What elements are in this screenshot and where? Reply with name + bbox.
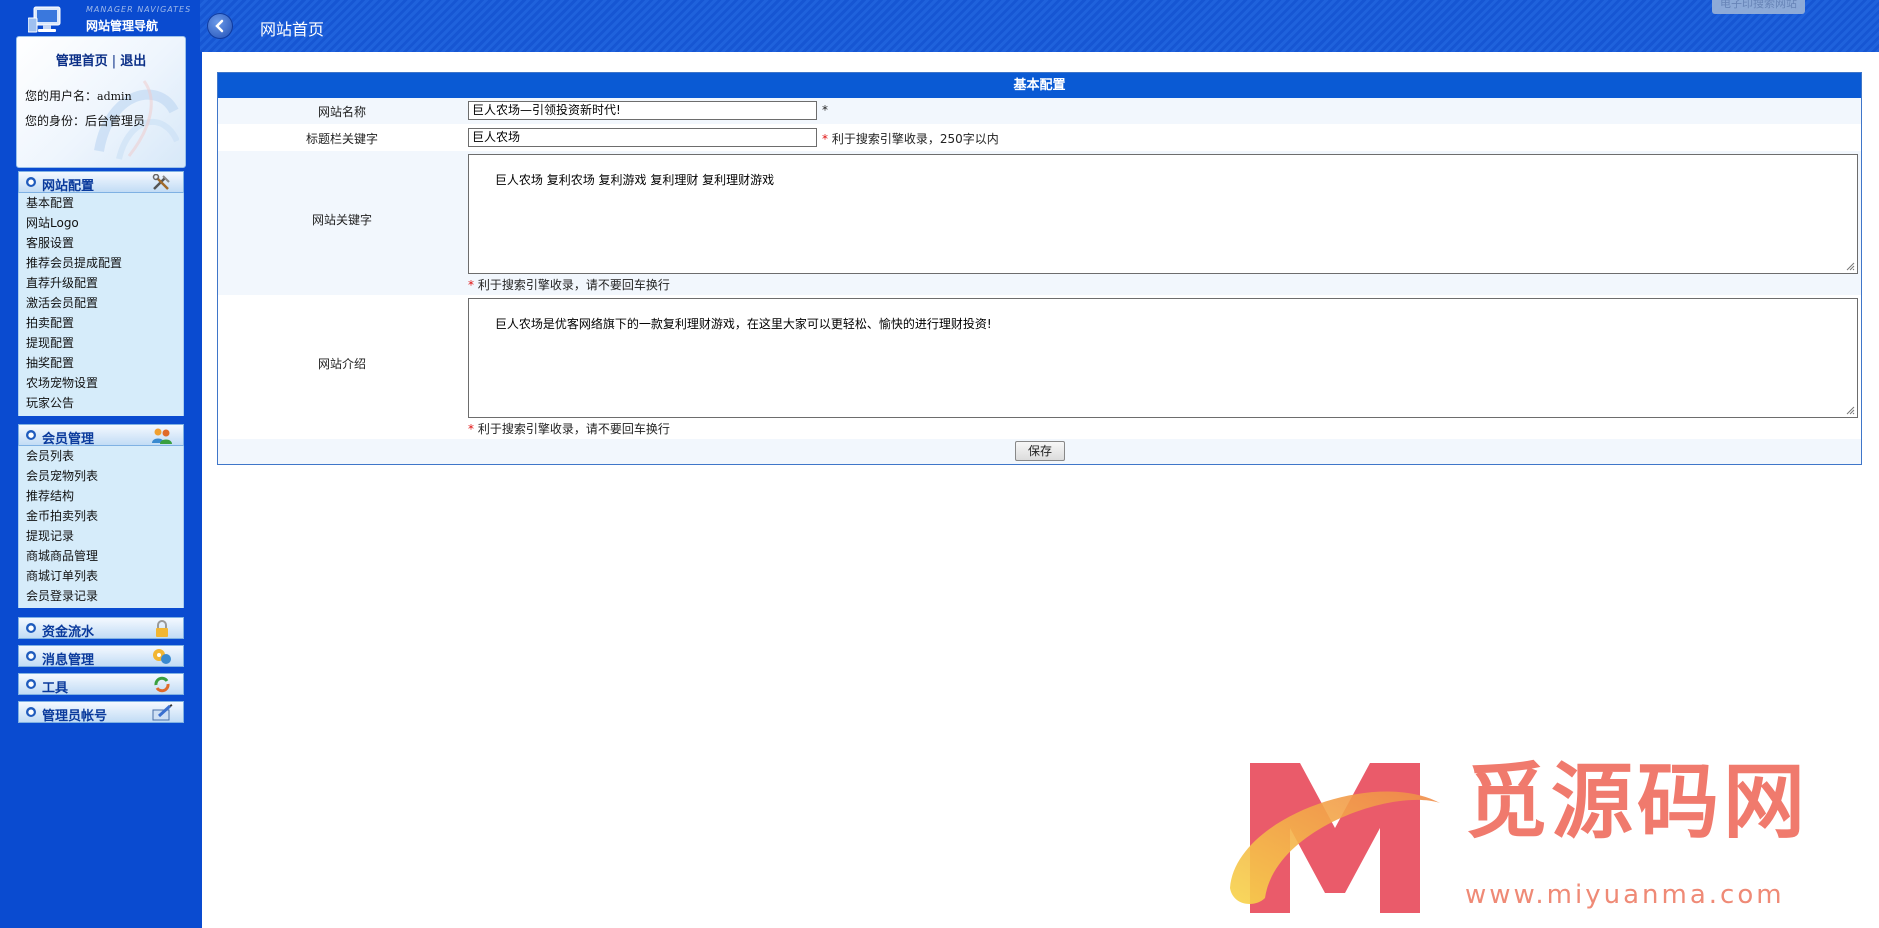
menu-group-admin-account[interactable]: ● 管理员帐号 (18, 701, 184, 724)
title-keywords-label: 标题栏关键字 (305, 132, 378, 146)
menu-item-gold-auction[interactable]: 金币拍卖列表 (19, 506, 183, 526)
site-keywords-textarea[interactable]: 巨人农场 复利农场 复利游戏 复利理财 复利理财游戏 (468, 154, 1858, 274)
menu-group-title: 网站配置 (42, 179, 95, 194)
required-mark: * (822, 103, 828, 117)
title-keywords-hint-text: 利于搜索引擎收录，250字以内 (831, 132, 999, 146)
menu-group-fund-flow[interactable]: ● 资金流水 (18, 617, 184, 640)
logout-link[interactable]: 退出 (120, 54, 146, 69)
menu-item-site-logo[interactable]: 网站Logo (19, 213, 183, 233)
admin-home-link[interactable]: 管理首页 (56, 54, 108, 69)
site-intro-hint-text: 利于搜索引擎收录，请不要回车换行 (477, 422, 670, 436)
menu-item-mall-orders[interactable]: 商城订单列表 (19, 566, 183, 586)
page-title: 网站首页 (260, 20, 325, 39)
title-keywords-input[interactable]: 巨人农场 (468, 128, 817, 147)
watermark-url: www.miyuanma.com (1465, 880, 1785, 910)
collapse-circle-icon: ● (26, 707, 36, 717)
username-value: admin (97, 90, 132, 103)
collapse-circle-icon: ● (26, 679, 36, 689)
menu-item-mall-products[interactable]: 商城商品管理 (19, 546, 183, 566)
menu-list-member-management: 会员列表 会员宠物列表 推荐结构 金币拍卖列表 提现记录 商城商品管理 商城订单… (18, 446, 184, 608)
menu-item-farm-pet[interactable]: 农场宠物设置 (19, 373, 183, 393)
menu-group-title: 消息管理 (42, 653, 95, 668)
tools-icon (152, 174, 170, 190)
site-intro-label: 网站介绍 (317, 357, 366, 371)
site-intro-textarea[interactable]: 巨人农场是优客网络旗下的一款复利理财游戏，在这里大家可以更轻松、愉快的进行理财投… (468, 298, 1858, 418)
site-keywords-hint-text: 利于搜索引擎收录，请不要回车换行 (477, 278, 670, 292)
required-mark: * (468, 278, 474, 292)
panel-title: 基本配置 (218, 73, 1861, 98)
basic-config-panel: 基本配置 网站名称 巨人农场—引领投资新时代! * 标题栏关键字 巨人农场 * … (217, 72, 1862, 465)
site-intro-text: 巨人农场是优客网络旗下的一款复利理财游戏，在这里大家可以更轻松、愉快的进行理财投… (494, 317, 992, 331)
row-site-intro: 网站介绍 巨人农场是优客网络旗下的一款复利理财游戏，在这里大家可以更轻松、愉快的… (218, 295, 1861, 439)
save-button[interactable]: 保存 (1015, 441, 1065, 461)
back-button[interactable] (207, 13, 233, 39)
menu-list-site-config: 基本配置 网站Logo 客服设置 推荐会员提成配置 直荐升级配置 激活会员配置 … (18, 193, 184, 416)
menu-group-title: 资金流水 (42, 625, 95, 640)
required-mark: * (822, 132, 828, 146)
resize-grip-icon[interactable] (1846, 262, 1855, 271)
menu-item-referral-structure[interactable]: 推荐结构 (19, 486, 183, 506)
lock-icon (156, 620, 168, 637)
required-mark: * (468, 422, 474, 436)
menu-item-activate-member[interactable]: 激活会员配置 (19, 293, 183, 313)
collapse-circle-icon: ● (26, 623, 36, 633)
link-separator: | (111, 54, 117, 69)
brand-header: MANAGER NAVIGATES 网站管理导航 (0, 0, 200, 36)
users-icon (152, 428, 172, 444)
collapse-circle-icon: ● (26, 177, 36, 187)
menu-item-referral-commission[interactable]: 推荐会员提成配置 (19, 253, 183, 273)
role-label: 您的身份： (25, 114, 86, 128)
menu-item-player-notice[interactable]: 玩家公告 (19, 393, 183, 413)
menu-group-messages[interactable]: ● 消息管理 (18, 645, 184, 668)
monitor-logo-icon (28, 6, 61, 33)
menu-item-direct-upgrade[interactable]: 直荐升级配置 (19, 273, 183, 293)
menu-item-auction-config[interactable]: 拍卖配置 (19, 313, 183, 333)
menu-group-title: 工具 (42, 681, 69, 696)
menu-item-withdraw-config[interactable]: 提现配置 (19, 333, 183, 353)
chevron-left-icon (215, 19, 224, 33)
menu-item-member-list[interactable]: 会员列表 (19, 446, 183, 466)
site-keywords-text: 巨人农场 复利农场 复利游戏 复利理财 复利理财游戏 (494, 173, 775, 187)
tools-refresh-icon (154, 676, 170, 693)
menu-group-site-config[interactable]: ● 网站配置 (18, 171, 184, 194)
watermark-text: 觅源码网 (1465, 755, 1810, 850)
brand-title: 网站管理导航 (86, 19, 159, 33)
watermark-logo (1230, 763, 1440, 913)
menu-item-withdraw-records[interactable]: 提现记录 (19, 526, 183, 546)
site-keywords-hint: * 利于搜索引擎收录，请不要回车换行 (468, 276, 670, 293)
content-divider (200, 52, 202, 928)
menu-item-basic-config[interactable]: 基本配置 (19, 193, 183, 213)
site-name-label: 网站名称 (317, 105, 366, 119)
menu-group-title: 会员管理 (42, 432, 95, 447)
menu-item-member-pets[interactable]: 会员宠物列表 (19, 466, 183, 486)
menu-item-customer-service[interactable]: 客服设置 (19, 233, 183, 253)
resize-grip-icon[interactable] (1846, 406, 1855, 415)
menu-group-tools[interactable]: ● 工具 (18, 673, 184, 696)
role-value: 后台管理员 (85, 114, 146, 128)
menu-group-title: 管理员帐号 (42, 709, 108, 724)
sidebar: MANAGER NAVIGATES 网站管理导航 管理首页 | 退出 您的用户名：a… (0, 0, 200, 928)
username-line: 您的用户名：admin (25, 87, 132, 104)
collapse-circle-icon: ● (26, 651, 36, 661)
row-site-keywords: 网站关键字 巨人农场 复利农场 复利游戏 复利理财 复利理财游戏 * 利于搜索引… (218, 151, 1861, 295)
corner-search-button[interactable]: 电子印搜索网站 (1712, 0, 1805, 14)
site-name-input[interactable]: 巨人农场—引领投资新时代! (468, 101, 817, 120)
menu-item-login-records[interactable]: 会员登录记录 (19, 586, 183, 606)
messages-icon (153, 649, 171, 664)
user-info-box: 管理首页 | 退出 您的用户名：admin 您的身份：后台管理员 (16, 36, 186, 168)
menu-group-member-management[interactable]: ● 会员管理 (18, 424, 184, 447)
collapse-circle-icon: ● (26, 430, 36, 440)
site-keywords-label: 网站关键字 (311, 213, 372, 227)
site-intro-hint: * 利于搜索引擎收录，请不要回车换行 (468, 420, 670, 437)
role-line: 您的身份：后台管理员 (25, 112, 145, 129)
title-keywords-hint: * 利于搜索引擎收录，250字以内 (822, 130, 999, 147)
menu-item-lottery-config[interactable]: 抽奖配置 (19, 353, 183, 373)
admin-account-icon (152, 704, 173, 721)
brand-english: MANAGER NAVIGATES (86, 5, 192, 14)
username-label: 您的用户名： (25, 89, 98, 103)
top-bar (200, 0, 1879, 52)
row-site-name: 网站名称 巨人农场—引领投资新时代! * (218, 98, 1861, 124)
row-title-keywords: 标题栏关键字 巨人农场 * 利于搜索引擎收录，250字以内 (218, 124, 1861, 151)
